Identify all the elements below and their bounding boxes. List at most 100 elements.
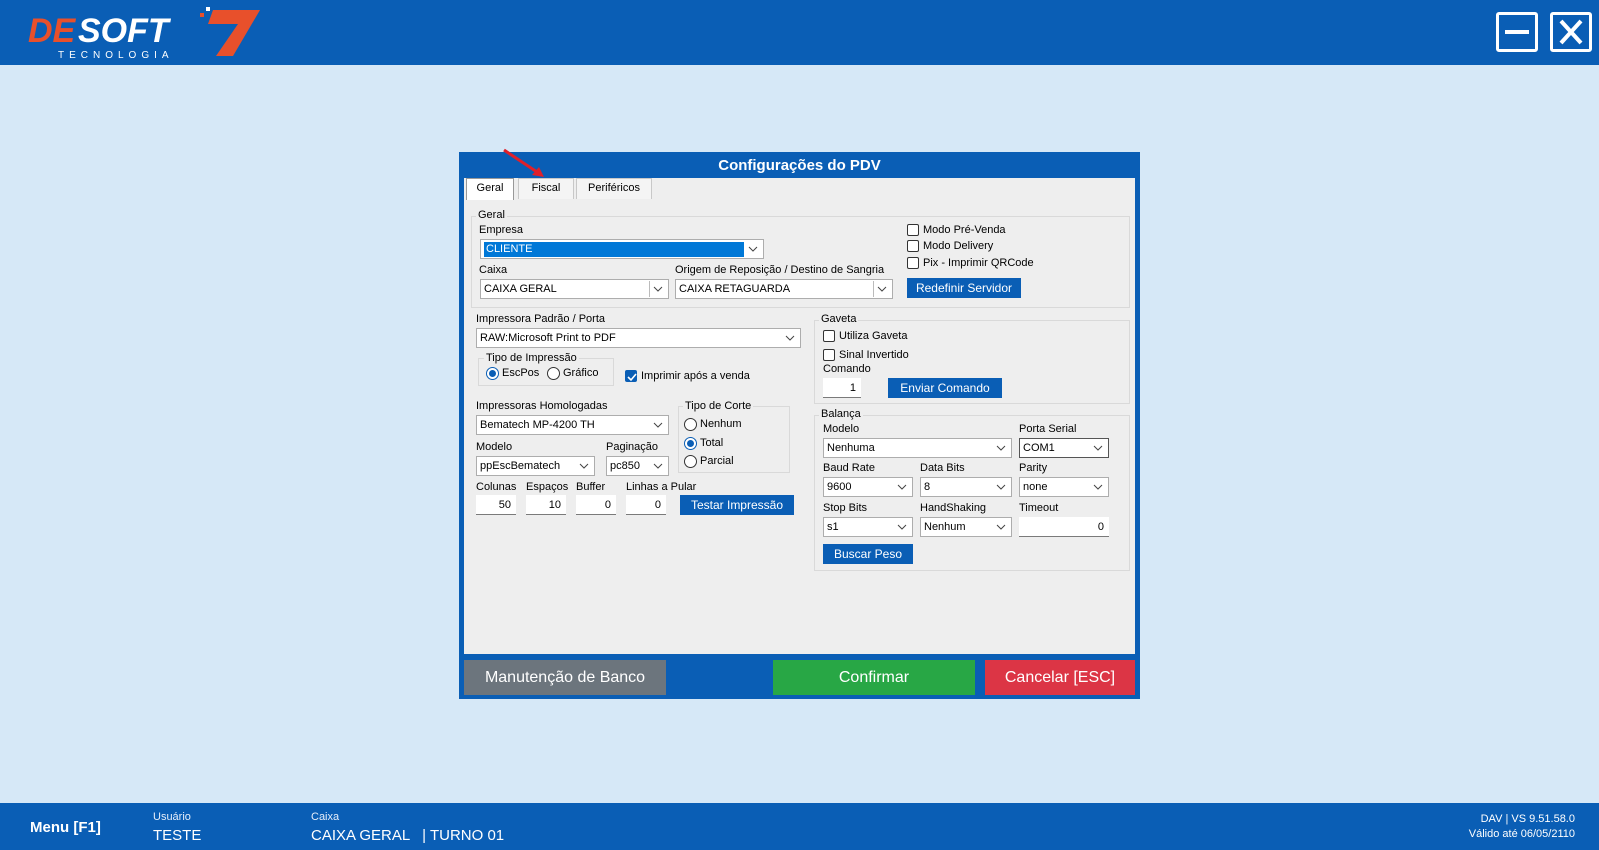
close-button[interactable] <box>1550 12 1592 52</box>
balanca-group-label: Balança <box>819 408 863 420</box>
tab-perifericos[interactable]: Periféricos <box>576 178 652 199</box>
balanca-modelo-select[interactable]: Nenhuma <box>823 438 1012 458</box>
impressora-padrao-label: Impressora Padrão / Porta <box>476 313 606 325</box>
comando-label: Comando <box>823 363 871 375</box>
buscar-peso-button[interactable]: Buscar Peso <box>823 544 913 564</box>
empresa-label: Empresa <box>479 224 524 236</box>
chevron-down-icon <box>996 524 1006 530</box>
corte-parcial-radio[interactable] <box>684 455 697 468</box>
timeout-label: Timeout <box>1019 502 1059 514</box>
svg-text:DE: DE <box>28 12 77 50</box>
baud-rate-select[interactable]: 9600 <box>823 477 913 497</box>
cancelar-button[interactable]: Cancelar [ESC] <box>985 660 1135 695</box>
comando-input[interactable]: 1 <box>823 378 861 398</box>
chevron-down-icon <box>653 422 663 428</box>
porta-serial-label: Porta Serial <box>1019 423 1077 435</box>
menu-f1-button[interactable]: Menu [F1] <box>30 819 101 836</box>
porta-serial-select[interactable]: COM1 <box>1019 438 1109 458</box>
version-label: DAV | VS 9.51.58.0 <box>1480 813 1575 825</box>
modelo-impressora-select[interactable]: ppEscBematech <box>476 456 595 476</box>
geral-group-label: Geral <box>476 209 507 221</box>
colunas-input[interactable]: 50 <box>476 495 516 515</box>
tab-fiscal[interactable]: Fiscal <box>518 178 574 199</box>
config-dialog: Configurações do PDV Geral Fiscal Perifé… <box>459 148 1140 699</box>
pix-qrcode-checkbox[interactable] <box>907 257 919 269</box>
check-icon <box>627 373 637 382</box>
espacos-input[interactable]: 10 <box>526 495 566 515</box>
baud-rate-label: Baud Rate <box>823 462 875 474</box>
handshaking-label: HandShaking <box>920 502 987 514</box>
manutencao-banco-button[interactable]: Manutenção de Banco <box>464 660 666 695</box>
usuario-value: TESTE <box>153 827 202 844</box>
sinal-invertido-label: Sinal Invertido <box>839 349 909 361</box>
corte-total-radio[interactable] <box>684 437 697 450</box>
corte-nenhum-label: Nenhum <box>700 418 742 430</box>
corte-parcial-label: Parcial <box>700 455 734 467</box>
modo-delivery-label: Modo Delivery <box>923 240 994 252</box>
chevron-down-icon <box>653 286 663 292</box>
sinal-invertido-checkbox[interactable] <box>823 349 835 361</box>
corte-total-label: Total <box>700 437 724 449</box>
chevron-down-icon <box>1093 484 1103 490</box>
usuario-label: Usuário <box>153 811 191 823</box>
impressora-padrao-select[interactable]: RAW:Microsoft Print to PDF <box>476 328 801 348</box>
desoft-logo: DE SOFT TECNOLOGIA <box>28 7 260 60</box>
chevron-down-icon <box>579 463 589 469</box>
imprimir-apos-label: Imprimir após a venda <box>641 370 750 382</box>
parity-select[interactable]: none <box>1019 477 1109 497</box>
top-bar: DE SOFT TECNOLOGIA <box>0 0 1599 65</box>
buffer-input[interactable]: 0 <box>576 495 616 515</box>
data-bits-label: Data Bits <box>920 462 965 474</box>
testar-impressao-button[interactable]: Testar Impressão <box>680 495 794 515</box>
pix-qrcode-label: Pix - Imprimir QRCode <box>923 257 1034 269</box>
balanca-modelo-label: Modelo <box>823 423 860 435</box>
paginacao-select[interactable]: pc850 <box>606 456 669 476</box>
enviar-comando-button[interactable]: Enviar Comando <box>888 378 1002 398</box>
minimize-icon <box>1505 30 1529 34</box>
gaveta-group-label: Gaveta <box>819 313 859 325</box>
modo-pre-venda-label: Modo Pré-Venda <box>923 224 1006 236</box>
buffer-label: Buffer <box>576 481 606 493</box>
minimize-button[interactable] <box>1496 12 1538 52</box>
data-bits-select[interactable]: 8 <box>920 477 1012 497</box>
dialog-body: Geral Fiscal Periféricos Geral Empresa C… <box>464 148 1135 654</box>
escpos-label: EscPos <box>502 367 540 379</box>
origem-select[interactable]: CAIXA RETAGUARDA <box>675 279 893 299</box>
stop-bits-label: Stop Bits <box>823 502 868 514</box>
chevron-down-icon <box>897 484 907 490</box>
redefinir-servidor-button[interactable]: Redefinir Servidor <box>907 278 1021 298</box>
modo-pre-venda-checkbox[interactable] <box>907 224 919 236</box>
svg-text:SOFT: SOFT <box>78 12 172 50</box>
chevron-down-icon <box>1093 445 1103 451</box>
linhas-pular-label: Linhas a Pular <box>626 481 697 493</box>
modo-delivery-checkbox[interactable] <box>907 240 919 252</box>
homologadas-select[interactable]: Bematech MP-4200 TH <box>476 415 669 435</box>
validade-label: Válido até 06/05/2110 <box>1468 828 1575 840</box>
timeout-input[interactable]: 0 <box>1019 517 1109 537</box>
linhas-pular-input[interactable]: 0 <box>626 495 666 515</box>
origem-label: Origem de Reposição / Destino de Sangria <box>675 264 885 276</box>
chevron-down-icon <box>653 463 663 469</box>
tab-geral[interactable]: Geral <box>466 178 514 200</box>
chevron-down-icon <box>996 445 1006 451</box>
caixa-status-value: CAIXA GERAL | TURNO 01 <box>311 827 505 844</box>
corte-nenhum-radio[interactable] <box>684 418 697 431</box>
red-arrow-annotation <box>503 148 544 177</box>
colunas-label: Colunas <box>476 481 517 493</box>
escpos-radio[interactable] <box>486 367 499 380</box>
imprimir-apos-checkbox[interactable] <box>625 370 637 382</box>
svg-text:TECNOLOGIA: TECNOLOGIA <box>58 50 174 60</box>
confirmar-button[interactable]: Confirmar <box>773 660 975 695</box>
utiliza-gaveta-checkbox[interactable] <box>823 330 835 342</box>
parity-label: Parity <box>1019 462 1048 474</box>
chevron-down-icon <box>877 286 887 292</box>
caixa-status-label: Caixa <box>311 811 340 823</box>
chevron-down-icon <box>996 484 1006 490</box>
empresa-select[interactable]: CLIENTE <box>480 239 764 259</box>
stop-bits-select[interactable]: s1 <box>823 517 913 537</box>
caixa-select[interactable]: CAIXA GERAL <box>480 279 669 299</box>
chevron-down-icon <box>897 524 907 530</box>
paginacao-label: Paginação <box>606 441 658 453</box>
handshaking-select[interactable]: Nenhum <box>920 517 1012 537</box>
grafico-radio[interactable] <box>547 367 560 380</box>
